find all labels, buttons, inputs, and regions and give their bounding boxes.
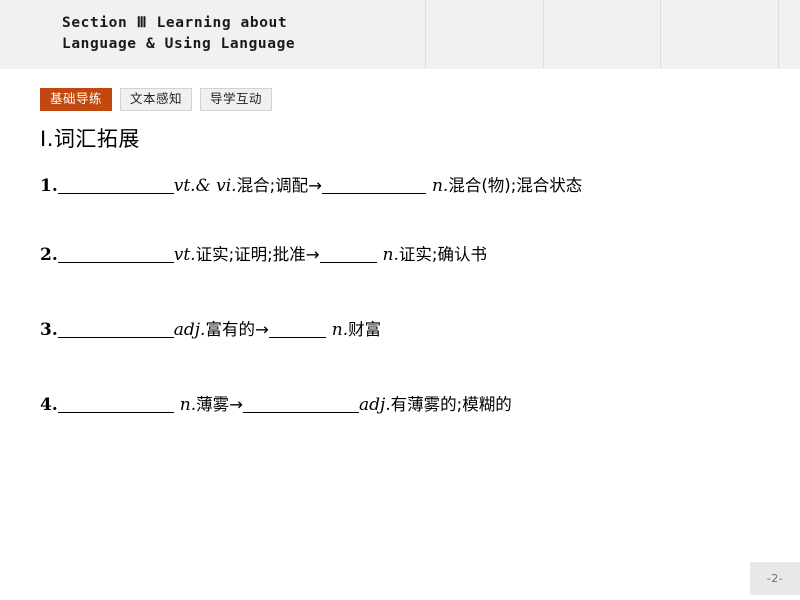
answer-blank[interactable] — [57, 247, 174, 263]
part-of-speech: adj. — [358, 395, 391, 415]
answer-blank[interactable] — [57, 178, 174, 194]
list-item: 4. n.薄雾→ adj.有薄雾的;模糊的 — [40, 389, 765, 421]
answer-blank[interactable] — [57, 397, 174, 413]
arrow-symbol: → — [229, 395, 243, 414]
item-number: 2. — [40, 245, 58, 265]
vocabulary-list: 1. vt.& vi.混合;调配→ n.混合(物);混合状态 2. vt.证实;证明;… — [40, 170, 765, 421]
part-of-speech: vt.& vi. — [173, 176, 237, 196]
slide-content: Ⅰ.词汇拓展 1. vt.& vi.混合;调配→ n.混合(物);混合状态 2. vt… — [40, 124, 765, 464]
list-item: 1. vt.& vi.混合;调配→ n.混合(物);混合状态 — [40, 170, 765, 202]
header-divider-3 — [660, 0, 661, 69]
definition-text: 证实;证明;批准 — [195, 245, 306, 264]
definition-text: 富有的 — [205, 320, 255, 339]
page-title: Section Ⅲ Learning about Language & Usin… — [62, 15, 296, 52]
definition-text: 薄雾 — [196, 395, 230, 414]
definition-text: 混合(物);混合状态 — [448, 176, 583, 195]
item-number: 4. — [40, 395, 58, 415]
definition-text: 证实;确认书 — [398, 245, 487, 264]
tab-daoxuehudong[interactable]: 导学互动 — [200, 88, 273, 111]
arrow-symbol: → — [254, 320, 269, 339]
definition-text: 混合;调配 — [236, 176, 309, 195]
part-of-speech: vt. — [173, 245, 196, 265]
part-of-speech: adj. — [173, 320, 206, 340]
part-of-speech: n. — [382, 245, 399, 265]
item-number: 1. — [40, 176, 58, 196]
part-of-speech: n. — [431, 176, 449, 196]
arrow-symbol: → — [305, 245, 320, 264]
definition-text: 财富 — [348, 320, 382, 339]
answer-blank[interactable] — [268, 322, 326, 338]
part-of-speech: n. — [331, 320, 349, 340]
list-item: 3. adj.富有的→ n.财富 — [40, 314, 765, 346]
slide-header-band: Section Ⅲ Learning about Language & Usin… — [0, 0, 800, 70]
answer-blank[interactable] — [242, 397, 359, 413]
header-divider-1 — [425, 0, 426, 69]
definition-text: 有薄雾的;模糊的 — [390, 395, 512, 414]
tab-strip: 基础导练 文本感知 导学互动 — [40, 88, 273, 111]
answer-blank[interactable] — [57, 322, 174, 338]
arrow-symbol: → — [308, 176, 322, 195]
part-of-speech: n. — [179, 395, 197, 415]
header-divider-2 — [543, 0, 544, 69]
item-number: 3. — [40, 320, 58, 340]
answer-blank[interactable] — [321, 178, 426, 194]
list-item: 2. vt.证实;证明;批准→ n.证实;确认书 — [40, 239, 765, 271]
tab-wenbenganzhi[interactable]: 文本感知 — [120, 88, 193, 111]
answer-blank[interactable] — [319, 247, 377, 263]
section-heading: Ⅰ.词汇拓展 — [40, 127, 140, 151]
tab-jichudaolian[interactable]: 基础导练 — [40, 88, 113, 111]
page-number-badge: -2- — [750, 562, 800, 595]
header-divider-4 — [778, 0, 779, 69]
